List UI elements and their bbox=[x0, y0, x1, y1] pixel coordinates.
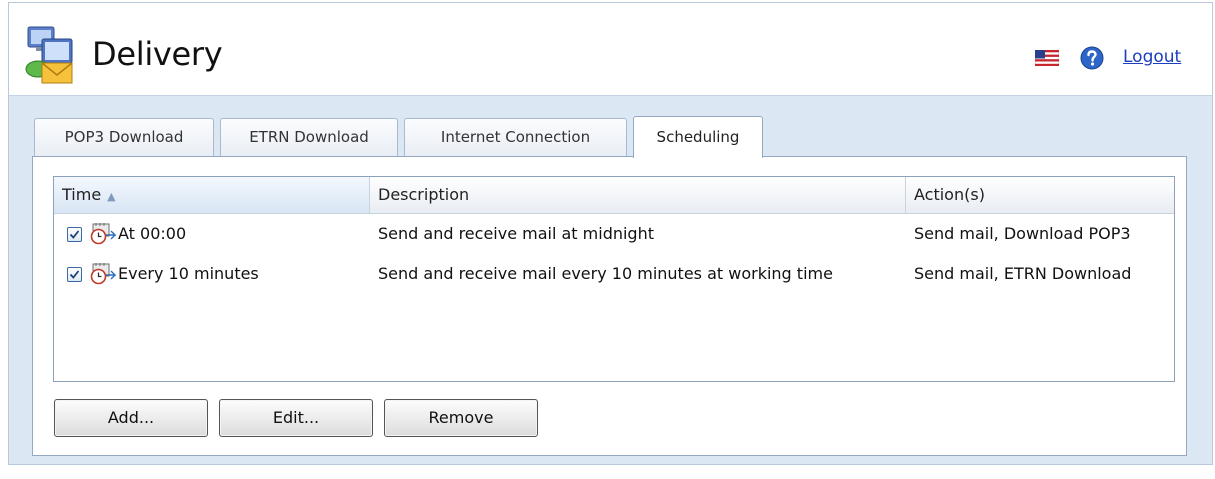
scheduling-panel: Time ▲ Description Action(s) At 00:00 Se… bbox=[32, 156, 1187, 456]
delivery-icon bbox=[24, 25, 82, 85]
row-time: Every 10 minutes bbox=[118, 264, 259, 283]
tab-etrn-download[interactable]: ETRN Download bbox=[220, 118, 398, 156]
app-window: Delivery Logout POP3 Download ETRN Downl… bbox=[8, 2, 1213, 465]
row-enabled-checkbox[interactable] bbox=[67, 227, 82, 242]
logout-link[interactable]: Logout bbox=[1123, 47, 1181, 67]
help-icon[interactable] bbox=[1080, 46, 1104, 70]
tab-scheduling[interactable]: Scheduling bbox=[633, 116, 763, 158]
tab-pop3-download[interactable]: POP3 Download bbox=[34, 118, 214, 156]
remove-button[interactable]: Remove bbox=[384, 399, 538, 437]
row-actions: Send mail, ETRN Download bbox=[914, 264, 1132, 283]
row-actions: Send mail, Download POP3 bbox=[914, 224, 1131, 243]
page-header: Delivery Logout bbox=[9, 3, 1212, 96]
column-header-actions[interactable]: Action(s) bbox=[906, 177, 1172, 213]
table-row[interactable]: At 00:00 Send and receive mail at midnig… bbox=[54, 214, 1174, 254]
row-description: Send and receive mail every 10 minutes a… bbox=[378, 264, 833, 283]
column-header-time[interactable]: Time ▲ bbox=[54, 177, 370, 213]
column-header-description[interactable]: Description bbox=[370, 177, 906, 213]
us-flag-icon[interactable] bbox=[1034, 49, 1060, 67]
content-area: POP3 Download ETRN Download Internet Con… bbox=[9, 96, 1212, 464]
row-enabled-checkbox[interactable] bbox=[67, 267, 82, 282]
schedule-table: Time ▲ Description Action(s) At 00:00 Se… bbox=[53, 176, 1175, 382]
row-description: Send and receive mail at midnight bbox=[378, 224, 654, 243]
table-row[interactable]: Every 10 minutes Send and receive mail e… bbox=[54, 254, 1174, 294]
edit-button[interactable]: Edit... bbox=[219, 399, 373, 437]
row-time: At 00:00 bbox=[118, 224, 187, 243]
table-header: Time ▲ Description Action(s) bbox=[54, 177, 1174, 214]
page-title: Delivery bbox=[92, 35, 223, 73]
add-button[interactable]: Add... bbox=[54, 399, 208, 437]
tab-internet-connection[interactable]: Internet Connection bbox=[404, 118, 627, 156]
column-header-time-label: Time bbox=[62, 185, 102, 204]
sort-ascending-icon: ▲ bbox=[107, 190, 116, 203]
